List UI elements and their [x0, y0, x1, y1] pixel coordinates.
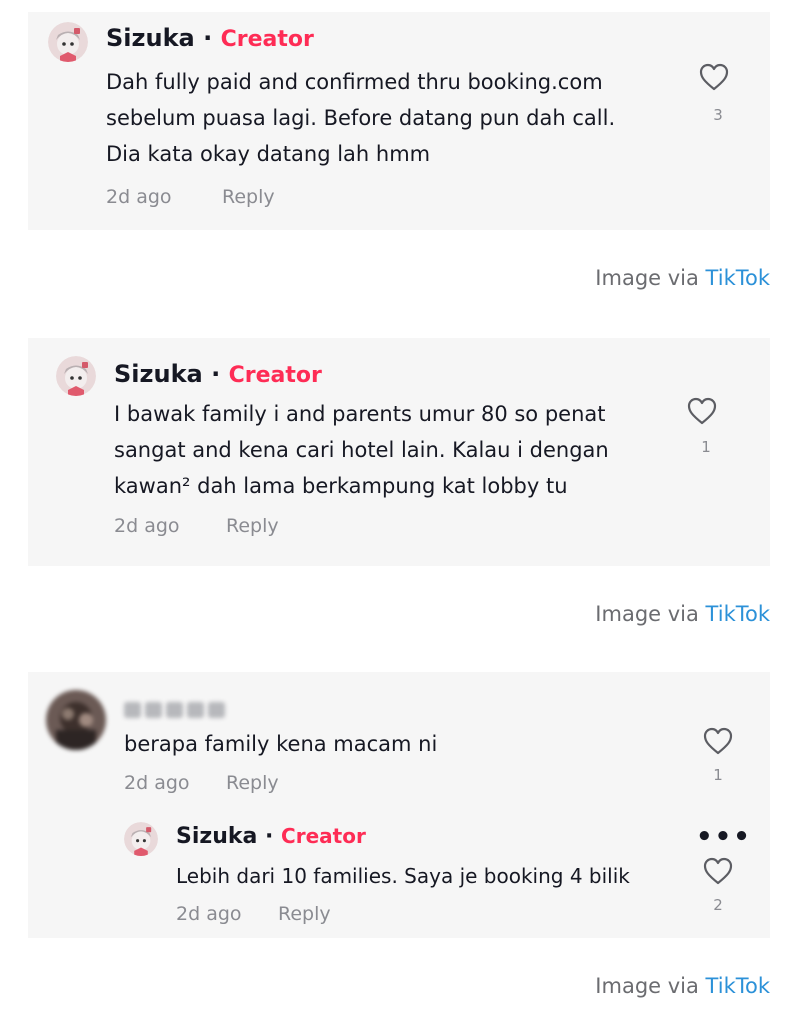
image-caption: Image via TikTok	[595, 266, 770, 290]
author-name-redacted[interactable]	[124, 702, 225, 718]
comment-line: Lebih dari 10 families. Saya je booking …	[176, 864, 630, 888]
comment-line: Dah fully paid and confirmed thru bookin…	[106, 70, 603, 94]
creator-avatar[interactable]	[56, 356, 96, 396]
reply-button[interactable]: Reply	[222, 186, 275, 208]
timestamp: 2d ago	[114, 515, 180, 537]
like-count: 2	[713, 896, 723, 914]
caption-source-link[interactable]: TikTok	[706, 602, 770, 626]
separator: ·	[203, 24, 213, 52]
comment-card: berapa family kena macam ni 2d ago Reply…	[28, 672, 770, 938]
caption-source-link[interactable]: TikTok	[706, 974, 770, 998]
caption-prefix: Image via	[595, 266, 706, 290]
reply-button[interactable]: Reply	[278, 903, 331, 925]
creator-badge: Creator	[228, 363, 322, 388]
comment-text: Dah fully paid and confirmed thru bookin…	[106, 64, 706, 172]
image-caption: Image via TikTok	[595, 602, 770, 626]
timestamp: 2d ago	[176, 903, 242, 925]
like-count: 1	[713, 766, 723, 784]
comment-card: Sizuka · Creator I bawak family i and pa…	[28, 338, 770, 566]
like-count: 3	[713, 106, 723, 124]
like-count: 1	[701, 438, 711, 456]
heart-outline-icon[interactable]	[686, 396, 718, 426]
comment-author[interactable]: Sizuka · Creator	[106, 24, 314, 52]
comment-text: berapa family kena macam ni	[124, 726, 684, 762]
separator: ·	[211, 360, 221, 388]
reply-button[interactable]: Reply	[226, 515, 279, 537]
author-name[interactable]: Sizuka	[114, 360, 203, 388]
comment-line: I bawak family i and parents umur 80 so …	[114, 402, 606, 426]
caption-prefix: Image via	[595, 974, 706, 998]
comment-line: Dia kata okay datang lah hmm	[106, 142, 431, 166]
comment-text: I bawak family i and parents umur 80 so …	[114, 396, 694, 504]
caption-source-link[interactable]: TikTok	[706, 266, 770, 290]
timestamp: 2d ago	[106, 186, 172, 208]
separator: ·	[265, 824, 274, 849]
user-avatar[interactable]	[46, 690, 106, 750]
comment-line: sangat and kena cari hotel lain. Kalau i…	[114, 438, 609, 462]
comment-line: berapa family kena macam ni	[124, 732, 438, 756]
image-caption: Image via TikTok	[595, 974, 770, 998]
reply-button[interactable]: Reply	[226, 772, 279, 794]
caption-prefix: Image via	[595, 602, 706, 626]
comment-line: kawan² dah lama berkampung kat lobby tu	[114, 474, 568, 498]
reply-text: Lebih dari 10 families. Saya je booking …	[176, 858, 676, 894]
heart-outline-icon[interactable]	[698, 62, 730, 92]
reply-author[interactable]: Sizuka · Creator	[176, 824, 366, 849]
heart-outline-icon[interactable]	[702, 726, 734, 756]
author-name[interactable]: Sizuka	[106, 24, 195, 52]
creator-avatar[interactable]	[48, 22, 88, 62]
creator-badge: Creator	[281, 824, 366, 848]
timestamp: 2d ago	[124, 772, 190, 794]
more-options-icon[interactable]: •••	[696, 824, 752, 850]
creator-badge: Creator	[220, 27, 314, 52]
creator-avatar[interactable]	[124, 822, 158, 856]
author-name[interactable]: Sizuka	[176, 824, 257, 849]
comment-card: Sizuka · Creator Dah fully paid and conf…	[28, 12, 770, 230]
heart-outline-icon[interactable]	[702, 856, 734, 886]
comment-author[interactable]: Sizuka · Creator	[114, 360, 322, 388]
comment-line: sebelum puasa lagi. Before datang pun da…	[106, 106, 616, 130]
